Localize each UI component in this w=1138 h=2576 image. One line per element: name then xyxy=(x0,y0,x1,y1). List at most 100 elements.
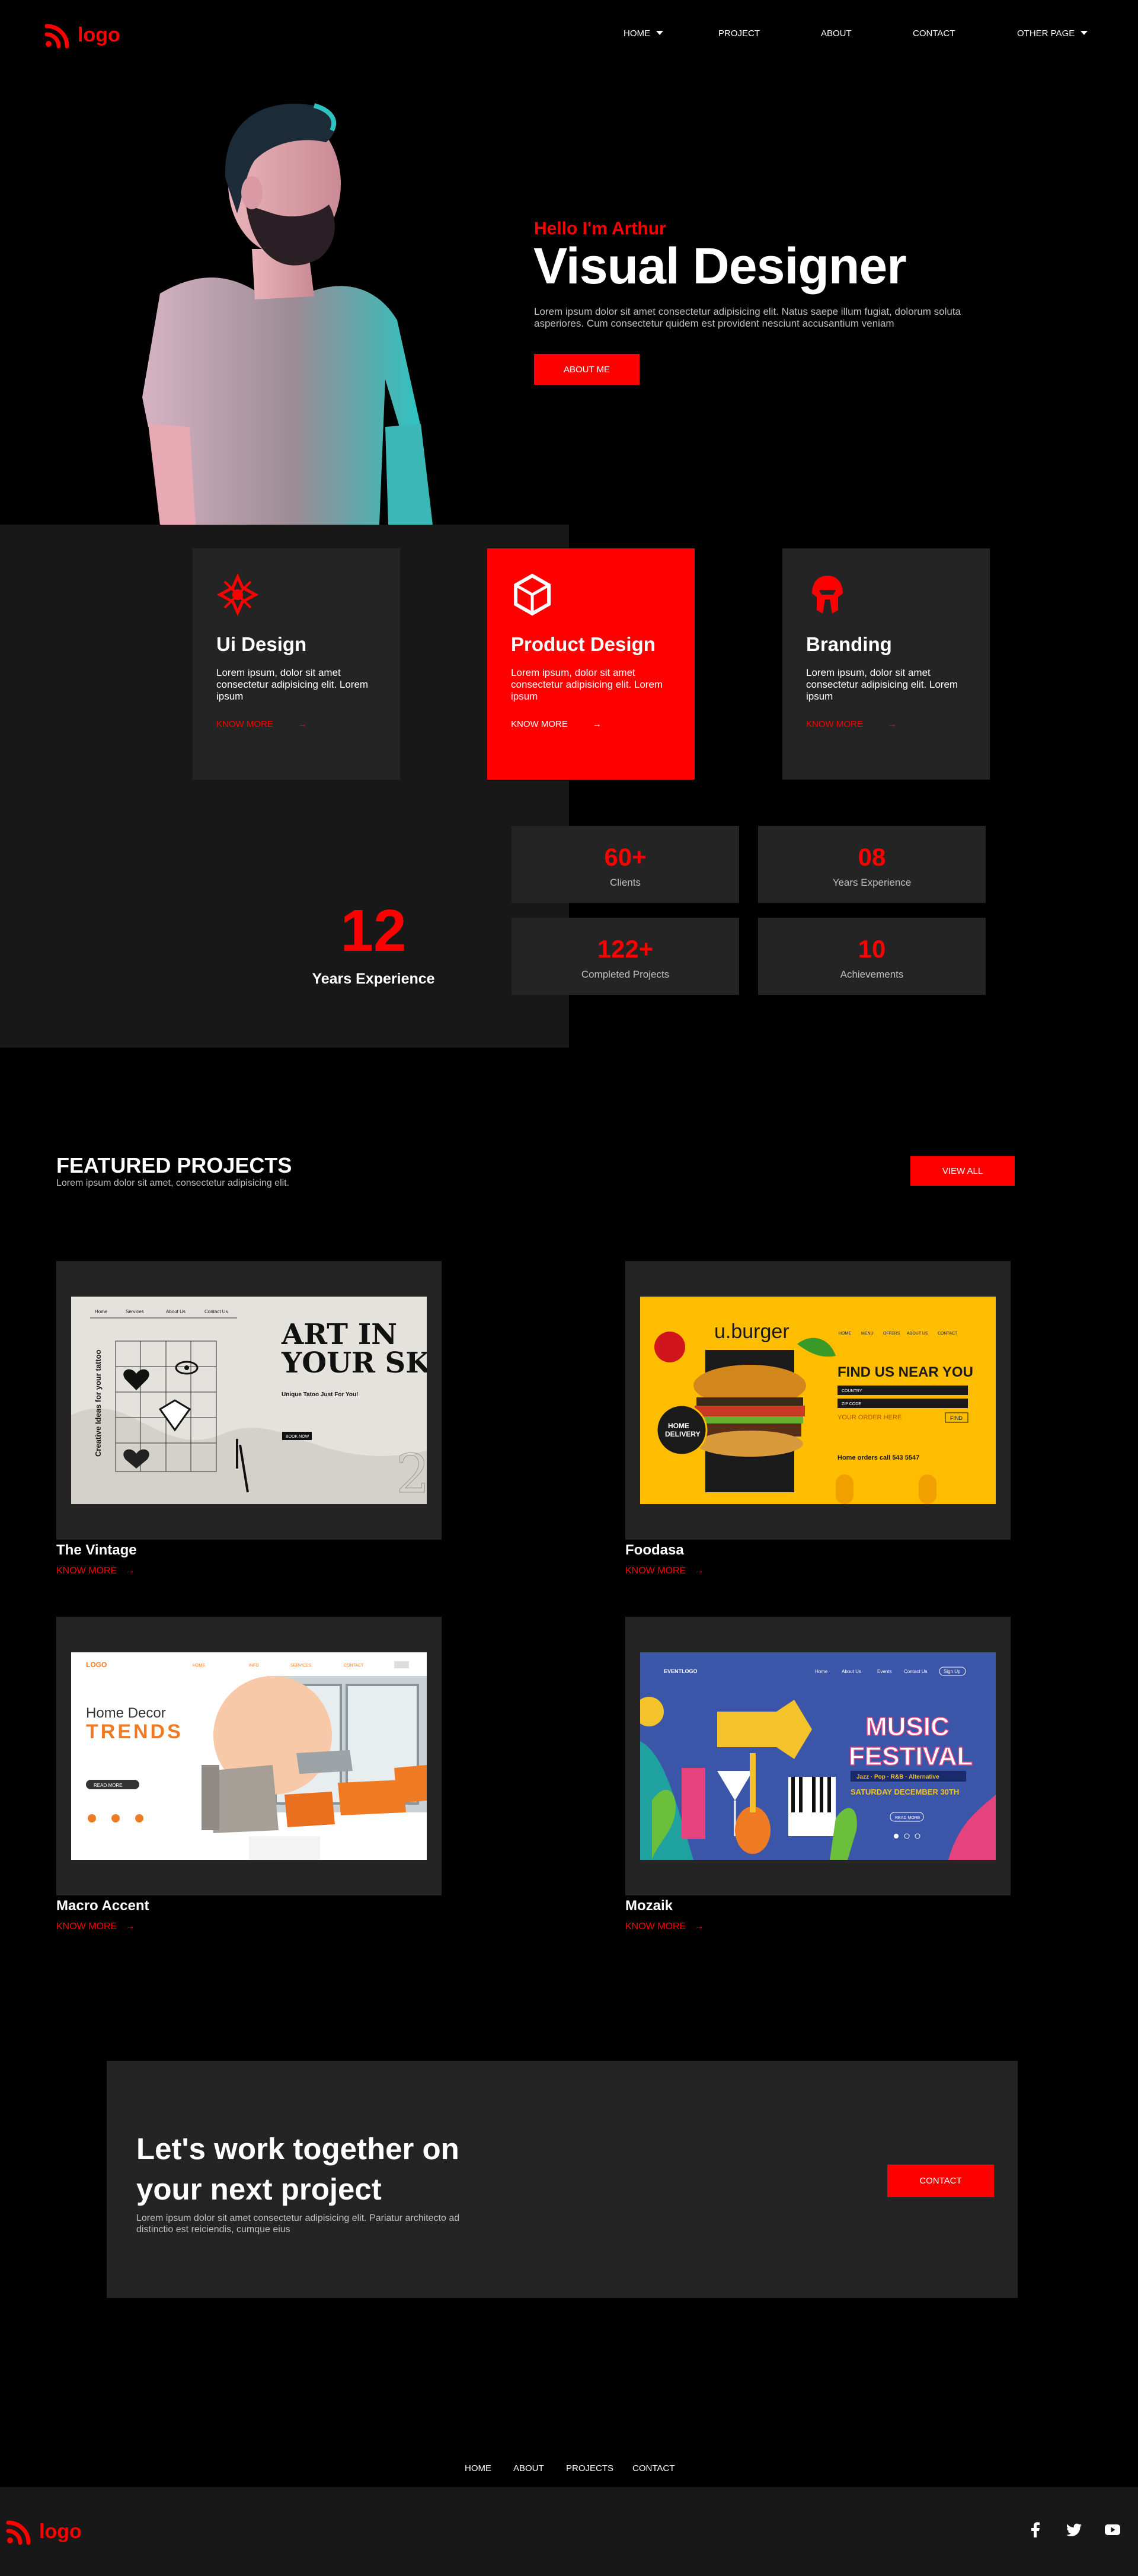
service-know-more-link[interactable]: KNOW MORE → xyxy=(511,719,602,729)
shot-phone: Home orders call 543 5547 xyxy=(837,1454,919,1461)
project-thumbnail: 21 ART IN YOUR SKIN Unique Tatoo Just Fo… xyxy=(71,1297,427,1504)
footer-link-about[interactable]: ABOUT xyxy=(513,2463,544,2473)
knot-icon xyxy=(216,573,259,616)
project-thumbnail: EVENTLOGO Home About Us Events Contact U… xyxy=(640,1652,996,1860)
nav-other-label: OTHER PAGE xyxy=(1017,28,1075,39)
cube-icon xyxy=(514,573,551,616)
about-me-button[interactable]: ABOUT ME xyxy=(534,354,640,385)
stat-label: Years Experience xyxy=(832,877,912,888)
shot-menu-item: Contact Us xyxy=(904,1669,928,1674)
chevron-down-icon xyxy=(656,31,663,35)
footer-nav: HOME ABOUT PROJECTS CONTACT xyxy=(0,2463,1138,2475)
footer-logo[interactable]: logo xyxy=(6,2518,82,2545)
service-card-branding[interactable]: Branding Lorem ipsum, dolor sit amet con… xyxy=(782,548,990,780)
shot-side-text: Creative Ideas for your tattoo xyxy=(94,1349,103,1457)
service-description: Lorem ipsum, dolor sit amet consectetur … xyxy=(806,667,958,702)
chevron-down-icon xyxy=(1081,31,1088,35)
footer-link-home[interactable]: HOME xyxy=(465,2463,491,2473)
know-more-label: KNOW MORE xyxy=(216,719,273,729)
shot-line-2: TRENDS xyxy=(86,1720,183,1743)
nav-home-label: HOME xyxy=(624,28,650,39)
stat-value: 08 xyxy=(858,843,886,871)
shot-find: FIND xyxy=(950,1415,963,1421)
nav-about[interactable]: ABOUT xyxy=(821,28,852,39)
know-more-label: KNOW MORE xyxy=(806,719,863,729)
view-all-button[interactable]: VIEW ALL xyxy=(910,1156,1015,1186)
know-more-label: KNOW MORE xyxy=(56,1566,117,1576)
shot-brand: EVENTLOGO xyxy=(664,1668,698,1674)
cta-section: Let's work together on your next project… xyxy=(107,2061,1018,2298)
main-nav: HOME PROJECT ABOUT CONTACT OTHER PAGE xyxy=(0,28,1138,43)
project-card-foodasa[interactable]: HOME DELIVERY u.burger HOME MENU OFFERS … xyxy=(625,1261,1011,1540)
project-thumbnail: LOGO HOME INFO SERVICES CONTACT Home Dec… xyxy=(71,1652,427,1860)
service-title: Ui Design xyxy=(216,633,307,655)
footer-bar: logo xyxy=(0,2487,1138,2576)
project-card-the-vintage[interactable]: 21 ART IN YOUR SKIN Unique Tatoo Just Fo… xyxy=(56,1261,442,1540)
shot-nav-item: Services xyxy=(126,1309,144,1314)
contact-button[interactable]: CONTACT xyxy=(887,2165,994,2197)
project-know-more-link[interactable]: KNOW MORE → xyxy=(625,1566,704,1576)
hero-description: Lorem ipsum dolor sit amet consectetur a… xyxy=(534,306,961,329)
shot-brand: u.burger xyxy=(714,1320,789,1343)
shot-badge: DELIVERY xyxy=(665,1430,701,1438)
service-card-product-design[interactable]: Product Design Lorem ipsum, dolor sit am… xyxy=(487,548,695,780)
arrow-right-icon: → xyxy=(298,719,307,729)
service-card-ui-design[interactable]: Ui Design Lorem ipsum, dolor sit amet co… xyxy=(193,548,400,780)
nav-contact[interactable]: CONTACT xyxy=(913,28,955,39)
footer-link-contact[interactable]: CONTACT xyxy=(632,2463,675,2473)
stat-clients: 60+ Clients xyxy=(512,826,739,903)
stat-value: 122+ xyxy=(597,935,654,963)
project-name: Foodasa xyxy=(625,1542,684,1558)
shot-caption: Unique Tatoo Just For You! xyxy=(282,1391,358,1398)
shot-menu-item: MENU xyxy=(861,1332,874,1336)
nav-other-page[interactable]: OTHER PAGE xyxy=(1017,28,1088,39)
service-know-more-link[interactable]: KNOW MORE → xyxy=(216,719,307,729)
project-know-more-link[interactable]: KNOW MORE → xyxy=(625,1921,704,1932)
project-know-more-link[interactable]: KNOW MORE → xyxy=(56,1921,135,1932)
hero-greeting: Hello I'm Arthur xyxy=(534,219,666,238)
shot-menu-item: CONTACT xyxy=(344,1664,364,1668)
know-more-label: KNOW MORE xyxy=(625,1566,686,1576)
arrow-right-icon: → xyxy=(887,719,897,729)
nav-home[interactable]: HOME xyxy=(624,28,663,39)
shot-cta: BOOK NOW xyxy=(286,1435,309,1439)
shot-nav-item: Home xyxy=(95,1309,108,1314)
shot-menu-item: OFFERS xyxy=(883,1332,900,1336)
shot-badge: HOME xyxy=(668,1422,689,1430)
featured-title: FEATURED PROJECTS xyxy=(56,1153,292,1177)
shot-field: ZIP CODE xyxy=(842,1402,861,1406)
shot-brand: LOGO xyxy=(86,1661,107,1669)
shot-menu-item: HOME xyxy=(839,1332,851,1336)
stat-value: 10 xyxy=(858,935,886,963)
shot-line-1: Home Decor xyxy=(86,1705,166,1721)
arrow-right-icon: → xyxy=(125,1566,135,1576)
nav-project[interactable]: PROJECT xyxy=(718,28,760,39)
service-title: Branding xyxy=(806,633,892,655)
service-know-more-link[interactable]: KNOW MORE → xyxy=(806,719,897,729)
hero-portrait xyxy=(124,95,468,525)
shot-menu-item: About Us xyxy=(842,1669,861,1674)
shot-date: SATURDAY DECEMBER 30TH xyxy=(851,1787,959,1796)
twitter-icon[interactable] xyxy=(1065,2521,1083,2539)
stat-achievements: 10 Achievements xyxy=(758,918,986,995)
project-thumbnail: HOME DELIVERY u.burger HOME MENU OFFERS … xyxy=(640,1297,996,1504)
footer-link-projects[interactable]: PROJECTS xyxy=(566,2463,613,2473)
project-name: Mozaik xyxy=(625,1898,673,1914)
project-card-mozaik[interactable]: EVENTLOGO Home About Us Events Contact U… xyxy=(625,1617,1011,1895)
shot-nav-item: Contact Us xyxy=(204,1309,228,1314)
shot-menu-item: INFO xyxy=(249,1664,259,1668)
youtube-icon[interactable] xyxy=(1104,2521,1121,2539)
project-card-macro-accent[interactable]: LOGO HOME INFO SERVICES CONTACT Home Dec… xyxy=(56,1617,442,1895)
shot-menu-item: CONTACT xyxy=(938,1332,958,1336)
logo-text: logo xyxy=(39,2520,82,2543)
stat-label: Clients xyxy=(610,877,641,888)
stat-label: Achievements xyxy=(840,969,904,980)
service-description: Lorem ipsum, dolor sit amet consectetur … xyxy=(511,667,663,702)
facebook-icon[interactable] xyxy=(1027,2521,1044,2539)
shot-nav-item: About Us xyxy=(166,1309,186,1314)
arrow-right-icon: → xyxy=(125,1921,135,1932)
project-name: Macro Accent xyxy=(56,1898,149,1914)
know-more-label: KNOW MORE xyxy=(625,1921,686,1932)
stat-value: 60+ xyxy=(604,843,647,871)
project-know-more-link[interactable]: KNOW MORE → xyxy=(56,1566,135,1576)
